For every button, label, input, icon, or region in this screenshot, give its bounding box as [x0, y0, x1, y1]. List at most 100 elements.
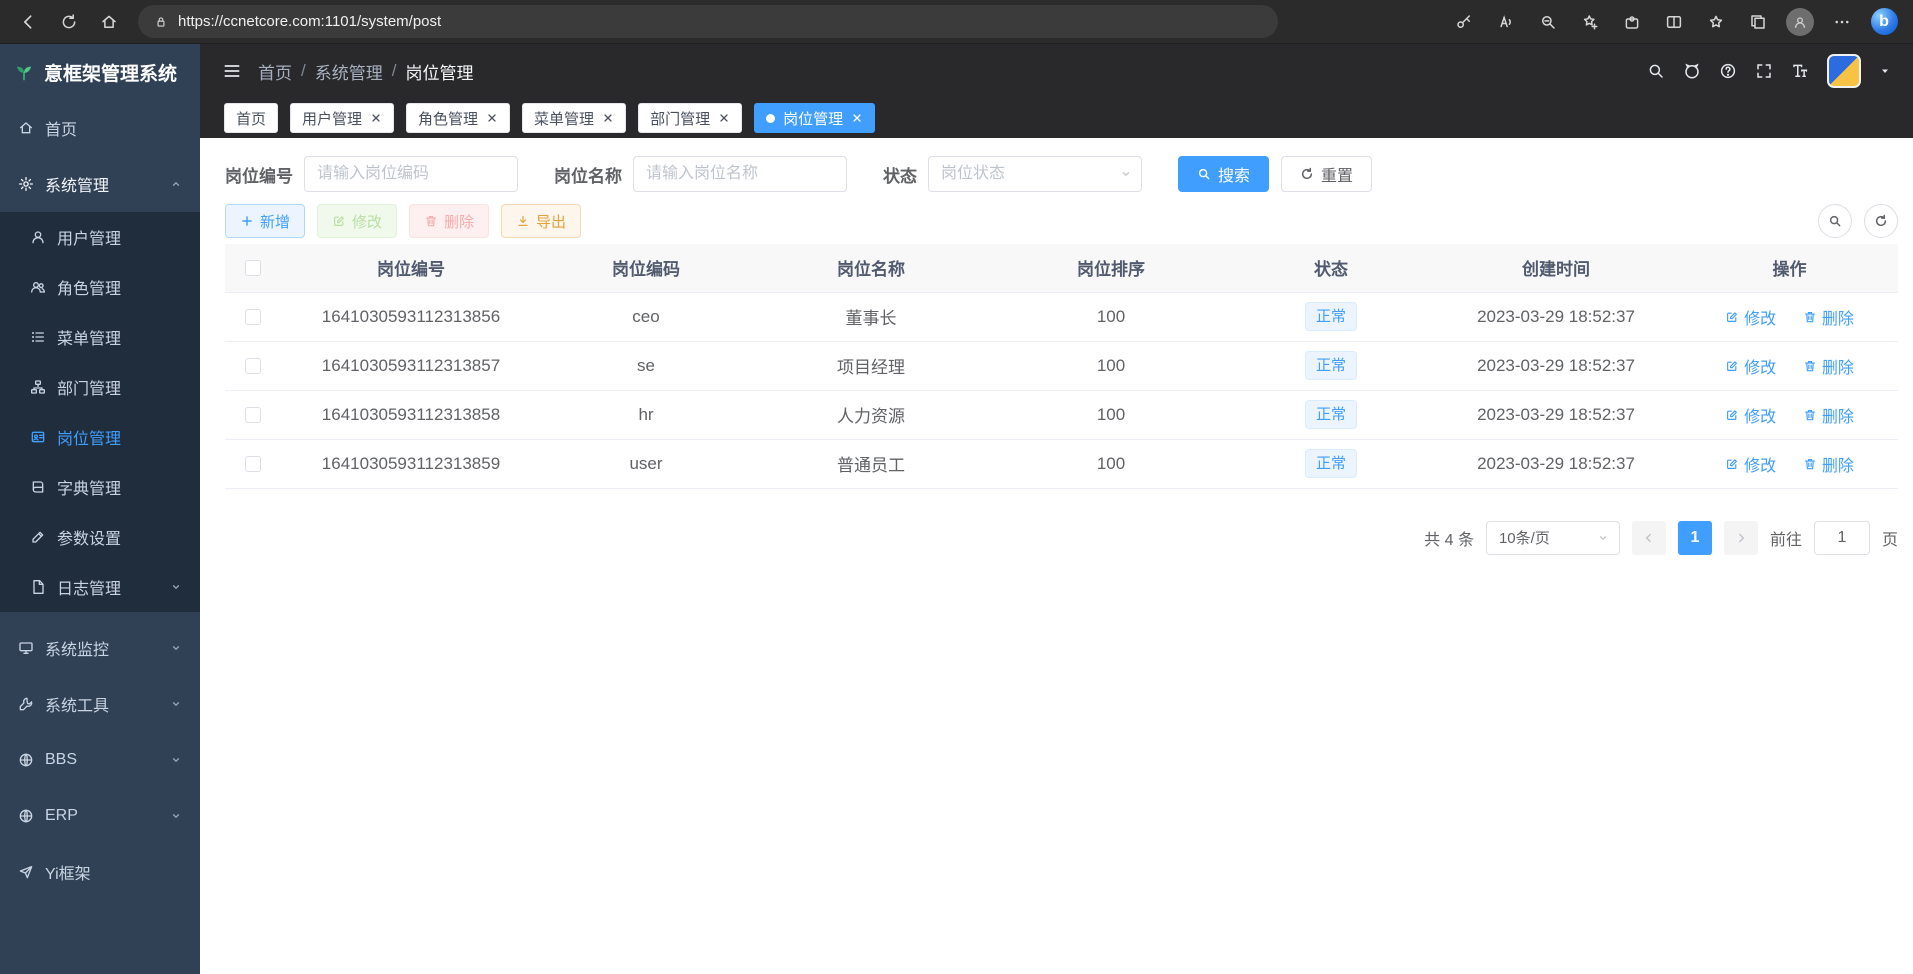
close-icon[interactable] — [718, 112, 730, 124]
favorites-bar-icon[interactable] — [1697, 3, 1735, 41]
search-button[interactable]: 搜索 — [1178, 156, 1269, 192]
row-checkbox[interactable] — [245, 456, 261, 472]
users-icon — [30, 279, 46, 295]
favorite-add-icon[interactable] — [1571, 3, 1609, 41]
row-edit-button[interactable]: 修改 — [1725, 354, 1776, 378]
sidebar-item-parameters[interactable]: 参数设置 — [0, 512, 200, 562]
post-code-input[interactable] — [304, 156, 518, 192]
row-delete-button[interactable]: 删除 — [1803, 452, 1854, 476]
sidebar-item-erp[interactable]: ERP — [0, 788, 200, 844]
profile-icon[interactable] — [1781, 3, 1819, 41]
tab-menu-management[interactable]: 菜单管理 — [522, 103, 626, 133]
site-lock-icon[interactable] — [154, 15, 168, 29]
github-icon[interactable] — [1683, 62, 1701, 80]
status-badge: 正常 — [1305, 351, 1357, 380]
id-badge-icon — [30, 429, 46, 445]
extensions-icon[interactable] — [1613, 3, 1651, 41]
close-icon[interactable] — [486, 112, 498, 124]
breadcrumb-system[interactable]: 系统管理 — [315, 59, 383, 84]
close-icon[interactable] — [370, 112, 382, 124]
sidebar-item-posts[interactable]: 岗位管理 — [0, 412, 200, 462]
row-delete-button[interactable]: 删除 — [1803, 305, 1854, 329]
sidebar-item-system[interactable]: 系统管理 — [0, 156, 200, 212]
user-icon — [30, 229, 46, 245]
tab-home[interactable]: 首页 — [224, 103, 278, 133]
sidebar-item-roles[interactable]: 角色管理 — [0, 262, 200, 312]
sidebar-item-departments[interactable]: 部门管理 — [0, 362, 200, 412]
zoom-icon[interactable] — [1529, 3, 1567, 41]
sprout-logo-icon — [14, 62, 34, 82]
browser-back-icon[interactable] — [10, 3, 48, 41]
caret-down-icon[interactable] — [1879, 65, 1891, 77]
sidebar-item-users[interactable]: 用户管理 — [0, 212, 200, 262]
trash-icon — [424, 214, 438, 228]
refresh-table-button[interactable] — [1864, 204, 1898, 238]
post-name-input[interactable] — [633, 156, 847, 192]
status-badge: 正常 — [1305, 400, 1357, 429]
address-bar[interactable]: https://ccnetcore.com:1101/system/post — [138, 5, 1278, 38]
edit-button[interactable]: 修改 — [317, 204, 397, 238]
read-aloud-icon[interactable] — [1487, 3, 1525, 41]
search-icon — [1828, 214, 1842, 228]
pencil-icon — [30, 529, 46, 545]
row-edit-button[interactable]: 修改 — [1725, 403, 1776, 427]
prev-page-button[interactable] — [1632, 521, 1666, 555]
row-checkbox[interactable] — [245, 407, 261, 423]
chevron-down-icon — [170, 642, 182, 654]
table-row: 1641030593112313858 hr 人力资源 100 正常 2023-… — [225, 390, 1898, 439]
sidebar-item-yi-framework[interactable]: Yi框架 — [0, 844, 200, 900]
sidebar-item-bbs[interactable]: BBS — [0, 732, 200, 788]
globe-icon — [18, 808, 34, 824]
sidebar-menu: 首页 系统管理 用户管理 角色管理 菜单管理 — [0, 100, 200, 900]
user-avatar[interactable] — [1827, 54, 1861, 88]
settings-menu-icon[interactable] — [1823, 3, 1861, 41]
sidebar-item-monitoring[interactable]: 系统监控 — [0, 620, 200, 676]
add-button[interactable]: 新增 — [225, 204, 305, 238]
row-checkbox[interactable] — [245, 358, 261, 374]
split-screen-icon[interactable] — [1655, 3, 1693, 41]
help-icon[interactable] — [1719, 62, 1737, 80]
sidebar-item-home[interactable]: 首页 — [0, 100, 200, 156]
page-1-button[interactable]: 1 — [1678, 521, 1712, 555]
password-key-icon[interactable] — [1445, 3, 1483, 41]
browser-refresh-icon[interactable] — [50, 3, 88, 41]
row-edit-button[interactable]: 修改 — [1725, 452, 1776, 476]
page-size-select[interactable]: 10条/页 — [1486, 521, 1620, 555]
sidebar-item-tools[interactable]: 系统工具 — [0, 676, 200, 732]
row-delete-button[interactable]: 删除 — [1803, 354, 1854, 378]
search-icon[interactable] — [1647, 62, 1665, 80]
status-select[interactable] — [928, 156, 1142, 192]
font-size-icon[interactable] — [1791, 62, 1809, 80]
url-text[interactable]: https://ccnetcore.com:1101/system/post — [178, 13, 441, 30]
copilot-icon[interactable]: b — [1865, 3, 1903, 41]
tab-role-management[interactable]: 角色管理 — [406, 103, 510, 133]
row-checkbox[interactable] — [245, 309, 261, 325]
sidebar-item-dictionary[interactable]: 字典管理 — [0, 462, 200, 512]
select-all-checkbox[interactable] — [245, 260, 261, 276]
goto-page-input[interactable] — [1814, 521, 1870, 555]
toggle-search-button[interactable] — [1818, 204, 1852, 238]
tab-user-management[interactable]: 用户管理 — [290, 103, 394, 133]
tab-department-management[interactable]: 部门管理 — [638, 103, 742, 133]
tab-bar: 首页 用户管理 角色管理 菜单管理 部门管理 岗位管理 — [200, 98, 1913, 138]
row-edit-button[interactable]: 修改 — [1725, 305, 1776, 329]
paper-plane-icon — [18, 864, 34, 880]
reset-button[interactable]: 重置 — [1281, 156, 1372, 192]
next-page-button[interactable] — [1724, 521, 1758, 555]
browser-home-icon[interactable] — [90, 3, 128, 41]
export-button[interactable]: 导出 — [501, 204, 581, 238]
sidebar-toggle-icon[interactable] — [222, 61, 242, 81]
sidebar-item-logs[interactable]: 日志管理 — [0, 562, 200, 612]
collections-icon[interactable] — [1739, 3, 1777, 41]
breadcrumb-home[interactable]: 首页 — [258, 59, 292, 84]
edit-icon — [332, 214, 346, 228]
row-delete-button[interactable]: 删除 — [1803, 403, 1854, 427]
sidebar-item-menus[interactable]: 菜单管理 — [0, 312, 200, 362]
close-icon[interactable] — [851, 112, 863, 124]
pagination: 共 4 条 10条/页 1 前往 页 — [225, 521, 1898, 555]
delete-button[interactable]: 删除 — [409, 204, 489, 238]
close-icon[interactable] — [602, 112, 614, 124]
edit-icon — [1725, 408, 1739, 422]
fullscreen-icon[interactable] — [1755, 62, 1773, 80]
tab-post-management[interactable]: 岗位管理 — [754, 103, 875, 133]
